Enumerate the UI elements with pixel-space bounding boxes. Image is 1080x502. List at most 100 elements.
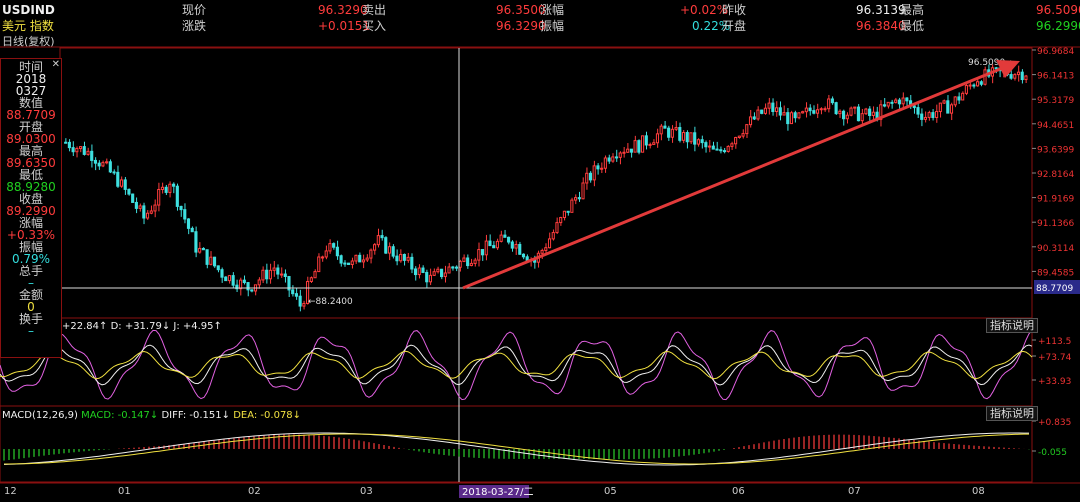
candle-body [975,81,980,87]
candle-body [175,185,179,207]
macd-help-button[interactable]: 指标说明 [986,406,1038,421]
candle-body [507,236,511,243]
panel-frame-0 [59,47,1033,319]
candle-body [592,165,596,181]
candle-body [864,108,868,115]
candle-body [339,255,343,264]
candle-body [257,279,261,286]
candle-body [224,276,228,282]
candle-body [134,201,138,209]
kdj-k-line [0,344,1033,386]
candle-body [708,145,712,148]
candle-body [358,254,362,263]
cursor-info-panel: ✕ 时间 2018 0327 数值 88.7709 开盘 89.0300 最高 … [0,58,62,358]
candle-body [421,267,425,273]
candle-body [138,205,142,209]
candle-body [64,141,68,144]
candle-body [250,289,254,292]
candle-body [812,110,816,114]
candle-body [480,249,485,256]
y-tick-label: 89.4585 [1037,268,1074,278]
candle-body [380,235,384,239]
candle-body [160,186,164,190]
candle-body [693,132,697,145]
candle-body [492,245,496,249]
candle-body [239,279,243,290]
x-axis-label: 05 [604,486,617,497]
candle-body [283,273,287,278]
x-axis-label: 03 [360,486,373,497]
candle-body [793,112,797,119]
candle-body [172,183,176,187]
candle-body [369,249,373,259]
candle-body [417,267,421,276]
candle-body [756,109,760,120]
candle-body [350,260,354,265]
kdj-tick-label: +33.93 [1038,377,1071,387]
candle-body [849,107,853,116]
turnover-value: – [28,324,34,338]
candle-body [343,262,347,265]
trend-arrow-line [462,63,1011,290]
kdj-values: +22.84↑ D: +31.79↓ J: +4.95↑ [62,321,222,332]
candle-body [700,139,704,144]
candle-body [741,133,745,137]
candle-body [745,124,749,135]
candle-body [510,241,514,249]
candle-body [105,161,109,164]
candle-body [570,199,574,213]
x-axis-label: 06 [732,486,745,497]
candle-body [961,92,965,101]
candle-body [927,112,931,118]
candle-body [949,104,954,114]
candle-body [466,257,470,267]
candle-body [953,96,957,106]
candle-body [644,135,648,146]
candle-body [93,159,97,164]
candle-body [551,232,555,240]
close-icon[interactable]: ✕ [52,59,60,71]
candle-body [317,256,321,273]
candle-body [518,243,522,255]
candle-body [633,140,637,153]
candle-body [629,148,633,153]
candle-body [365,257,369,261]
candle-body [395,255,399,262]
candle-body [622,151,626,154]
kdj-d-line [0,350,1033,380]
candle-body [641,135,645,153]
candle-body [931,112,935,118]
candle-body [432,271,436,276]
candle-body [198,247,202,253]
candle-body [715,148,719,151]
candle-body [868,108,872,116]
kline-chart[interactable]: 96.9684 96.1413 95.3179 94.4651 93.6399 92.81… [0,0,1080,502]
candle-body [916,107,920,115]
macd-tick-label: +0.835 [1038,418,1071,428]
candle-body [131,193,135,203]
candle-body [659,125,663,135]
candle-body [611,156,615,162]
candle-body [164,186,168,193]
candle-body [968,84,972,87]
macd-title: MACD(12,26,9) MACD: -0.147↓ DIFF: -0.151… [2,408,301,424]
y-tick-label: 91.9169 [1037,195,1074,205]
candle-body [655,133,660,144]
candle-body [335,246,339,257]
candle-body [566,210,570,213]
candle-body [748,116,753,126]
candle-body [428,274,432,283]
diff-value: DIFF: -0.151↓ [161,410,231,421]
x-axis-label: 08 [972,486,985,497]
candle-body [477,249,481,261]
kdj-help-button[interactable]: 指标说明 [986,318,1038,333]
candle-body [454,266,459,269]
dea-value: DEA: -0.078↓ [233,410,302,421]
candle-body [603,157,607,169]
candle-body [574,197,578,201]
candle-body [279,273,284,276]
candle-body [752,116,756,120]
candle-body [425,271,429,283]
candle-body [763,107,767,114]
candle-body [332,243,336,248]
